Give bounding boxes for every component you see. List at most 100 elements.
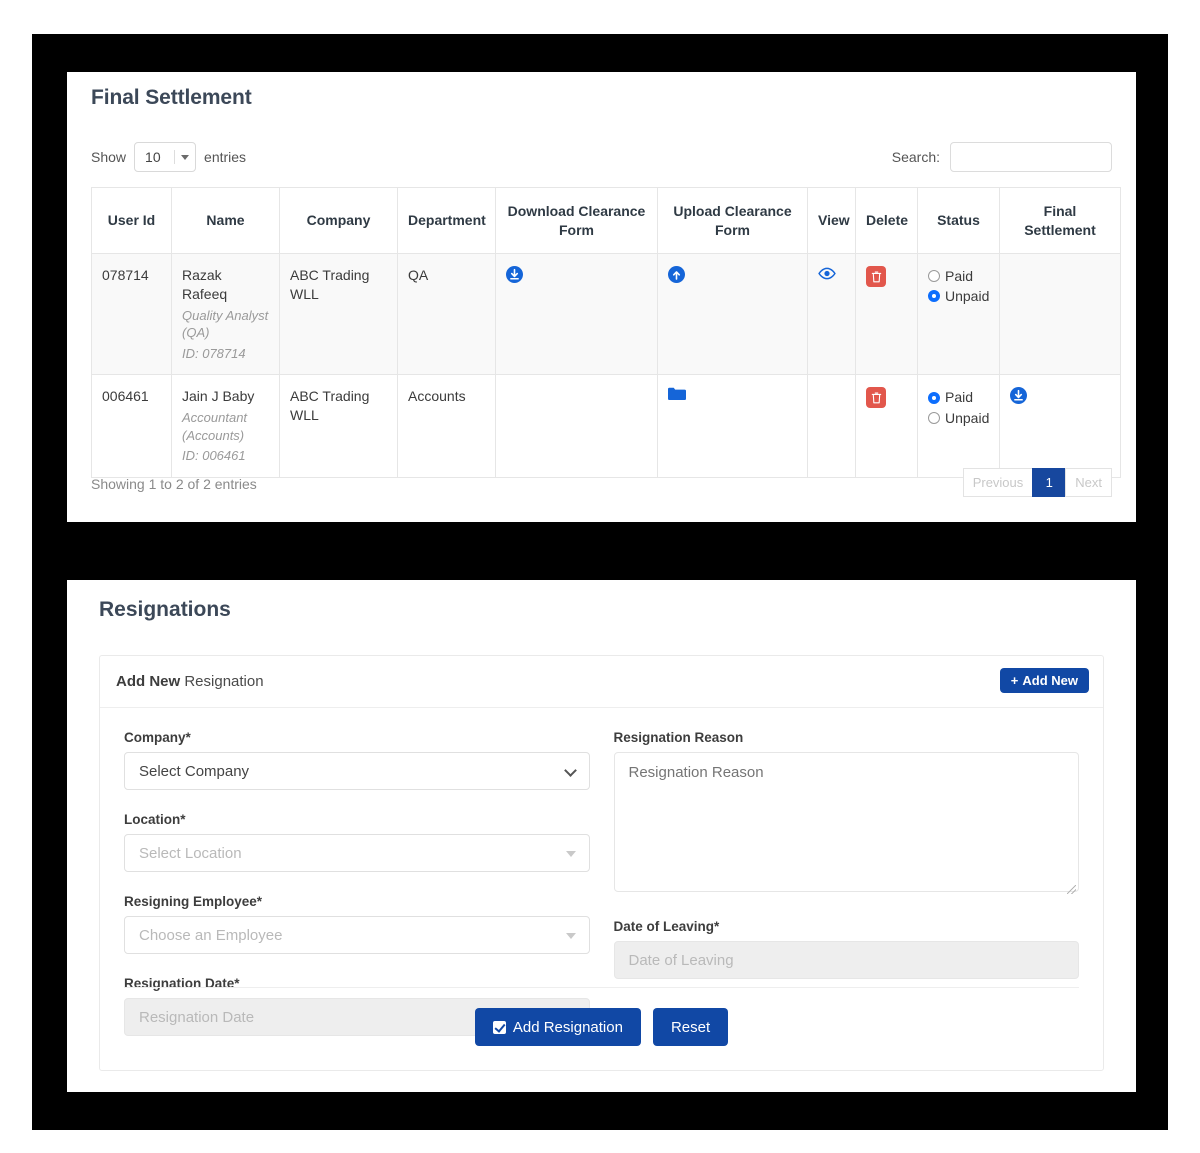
folder-icon[interactable] xyxy=(668,387,686,401)
datatable-controls: Show 10 entries Search: xyxy=(91,142,1112,174)
chevron-down-icon xyxy=(564,764,577,777)
column-header-upload-clearance: Upload Clearance Form xyxy=(658,188,808,254)
upload-circle-icon[interactable] xyxy=(668,266,685,283)
page-title: Final Settlement xyxy=(91,86,252,110)
cell-upload-clearance xyxy=(658,375,808,478)
field-resigning-employee: Resigning Employee* Choose an Employee xyxy=(124,894,590,954)
entries-label: entries xyxy=(204,149,246,165)
column-header-company: Company xyxy=(280,188,398,254)
pagination-next[interactable]: Next xyxy=(1065,468,1112,497)
field-company: Company* Select Company xyxy=(124,730,590,790)
cell-upload-clearance xyxy=(658,254,808,375)
cell-department: QA xyxy=(398,254,496,375)
location-select-placeholder: Select Location xyxy=(139,845,242,862)
cell-name: Jain J Baby Accountant (Accounts) ID: 00… xyxy=(172,375,280,478)
column-header-download-clearance: Download Clearance Form xyxy=(496,188,658,254)
download-circle-icon[interactable] xyxy=(1010,387,1027,404)
cell-delete xyxy=(856,254,918,375)
caret-down-icon xyxy=(566,851,576,857)
radio-paid-label: Paid xyxy=(945,387,973,407)
table-row: 078714 Razak Rafeeq Quality Analyst (QA)… xyxy=(92,254,1121,375)
status-radio-paid[interactable]: Paid xyxy=(928,266,989,286)
status-radio-paid[interactable]: Paid xyxy=(928,387,989,407)
add-resignation-button-label: Add Resignation xyxy=(513,1019,623,1036)
date-of-leaving-input[interactable]: Date of Leaving xyxy=(614,941,1080,979)
employee-designation: Accountant (Accounts) xyxy=(182,409,269,444)
radio-unpaid-input[interactable] xyxy=(928,412,940,424)
employee-name: Razak Rafeeq xyxy=(182,267,227,302)
table-row: 006461 Jain J Baby Accountant (Accounts)… xyxy=(92,375,1121,478)
search-input[interactable] xyxy=(950,142,1112,172)
cell-company: ABC Trading WLL xyxy=(280,375,398,478)
resigning-employee-label: Resigning Employee* xyxy=(124,894,590,909)
trash-icon[interactable] xyxy=(866,266,886,287)
radio-paid-input[interactable] xyxy=(928,392,940,404)
column-header-final-settlement: Final Settlement xyxy=(1000,188,1121,254)
panel-heading-rest: Resignation xyxy=(180,673,263,690)
show-label: Show xyxy=(91,149,126,165)
radio-paid-input[interactable] xyxy=(928,270,940,282)
cell-company: ABC Trading WLL xyxy=(280,254,398,375)
cell-view xyxy=(808,254,856,375)
column-header-user-id: User Id xyxy=(92,188,172,254)
checkbox-checked-icon xyxy=(493,1021,506,1034)
cell-name: Razak Rafeeq Quality Analyst (QA) ID: 07… xyxy=(172,254,280,375)
final-settlement-table: User Id Name Company Department Download… xyxy=(91,187,1121,478)
panel-heading: Add New Resignation xyxy=(116,673,264,690)
company-label: Company* xyxy=(124,730,590,745)
resignation-date-label: Resignation Date* xyxy=(124,976,590,991)
employee-name: Jain J Baby xyxy=(182,388,254,404)
search-label: Search: xyxy=(892,149,940,165)
cell-download-clearance xyxy=(496,254,658,375)
form-divider xyxy=(124,987,1079,988)
employee-id-line: ID: 006461 xyxy=(182,447,269,465)
eye-icon[interactable] xyxy=(818,267,836,280)
employee-id-line: ID: 078714 xyxy=(182,345,269,363)
cell-final-settlement xyxy=(1000,375,1121,478)
column-header-name: Name xyxy=(172,188,280,254)
panel-heading-bold: Add New xyxy=(116,673,180,690)
status-radio-unpaid[interactable]: Unpaid xyxy=(928,408,989,428)
trash-icon[interactable] xyxy=(866,387,886,408)
column-header-delete: Delete xyxy=(856,188,918,254)
column-header-view: View xyxy=(808,188,856,254)
cell-user-id: 078714 xyxy=(92,254,172,375)
add-resignation-button[interactable]: Add Resignation xyxy=(475,1008,641,1046)
datatable-footer: Showing 1 to 2 of 2 entries Previous 1 N… xyxy=(91,468,1112,508)
entries-select[interactable]: 10 xyxy=(134,142,196,172)
date-of-leaving-placeholder: Date of Leaving xyxy=(629,952,734,969)
field-resignation-reason: Resignation Reason xyxy=(614,730,1080,897)
resignation-reason-wrapper xyxy=(614,752,1080,897)
form-actions: Add Resignation Reset xyxy=(100,1008,1103,1046)
employee-designation: Quality Analyst (QA) xyxy=(182,307,269,342)
cell-view xyxy=(808,375,856,478)
cell-department: Accounts xyxy=(398,375,496,478)
reset-button[interactable]: Reset xyxy=(653,1008,728,1046)
resigning-employee-select[interactable]: Choose an Employee xyxy=(124,916,590,954)
status-radio-unpaid[interactable]: Unpaid xyxy=(928,286,989,306)
location-label: Location* xyxy=(124,812,590,827)
table-header-row: User Id Name Company Department Download… xyxy=(92,188,1121,254)
cell-status: Paid Unpaid xyxy=(918,254,1000,375)
pagination: Previous 1 Next xyxy=(964,468,1112,497)
radio-unpaid-input[interactable] xyxy=(928,290,940,302)
entries-length-control: Show 10 entries xyxy=(91,142,246,172)
cell-status: Paid Unpaid xyxy=(918,375,1000,478)
cell-user-id: 006461 xyxy=(92,375,172,478)
caret-down-icon xyxy=(566,933,576,939)
entries-info: Showing 1 to 2 of 2 entries xyxy=(91,476,257,492)
add-new-button[interactable]: + Add New xyxy=(1000,668,1089,693)
pagination-page-1[interactable]: 1 xyxy=(1032,468,1066,497)
reset-button-label: Reset xyxy=(671,1019,710,1036)
radio-unpaid-label: Unpaid xyxy=(945,286,989,306)
chevron-down-icon xyxy=(181,155,189,160)
resignation-reason-textarea[interactable] xyxy=(614,752,1080,892)
plus-icon: + xyxy=(1011,673,1019,688)
location-select[interactable]: Select Location xyxy=(124,834,590,872)
download-circle-icon[interactable] xyxy=(506,266,523,283)
date-of-leaving-label: Date of Leaving* xyxy=(614,919,1080,934)
company-select[interactable]: Select Company xyxy=(124,752,590,790)
pagination-previous[interactable]: Previous xyxy=(963,468,1034,497)
search-filter: Search: xyxy=(892,142,1112,172)
screenshot-root: Final Settlement Show 10 entries Search: xyxy=(0,0,1200,1153)
